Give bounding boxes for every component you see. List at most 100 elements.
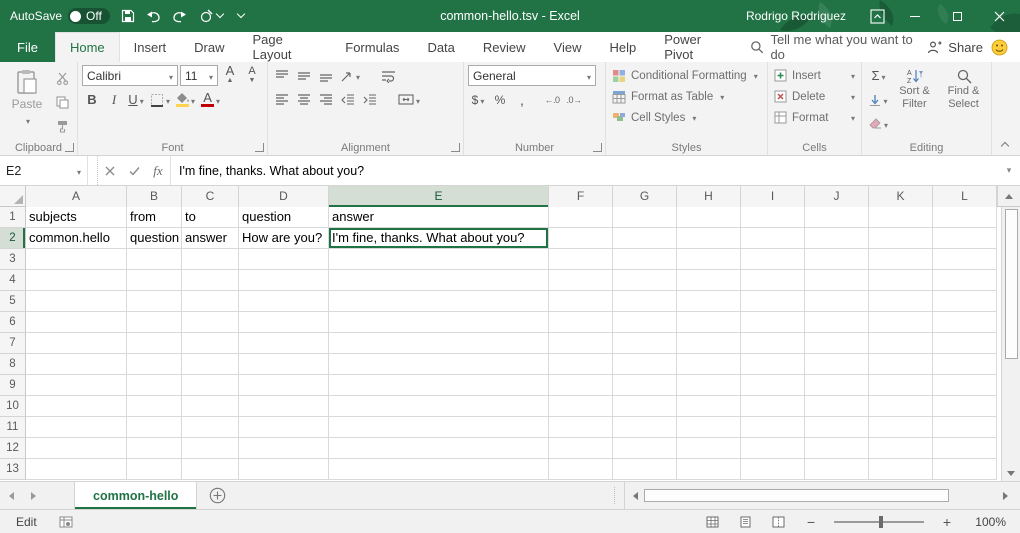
cell-G8[interactable] <box>613 354 677 375</box>
cell-C9[interactable] <box>182 375 239 396</box>
cell-C7[interactable] <box>182 333 239 354</box>
cell-K12[interactable] <box>869 438 933 459</box>
cell-J5[interactable] <box>805 291 869 312</box>
fill-button[interactable] <box>866 89 891 110</box>
column-header-C[interactable]: C <box>182 186 239 207</box>
cell-A8[interactable] <box>26 354 127 375</box>
cell-E1[interactable]: answer <box>329 207 549 228</box>
cell-K11[interactable] <box>869 417 933 438</box>
ribbon-tab-help[interactable]: Help <box>595 32 650 62</box>
cell-G1[interactable] <box>613 207 677 228</box>
cell-H3[interactable] <box>677 249 741 270</box>
cell-A11[interactable] <box>26 417 127 438</box>
column-header-G[interactable]: G <box>613 186 677 207</box>
cell-L6[interactable] <box>933 312 997 333</box>
cell-G11[interactable] <box>613 417 677 438</box>
row-header-1[interactable]: 1 <box>0 207 26 228</box>
cell-F1[interactable] <box>549 207 613 228</box>
cell-D11[interactable] <box>239 417 329 438</box>
middle-align-button[interactable] <box>294 65 314 86</box>
name-box[interactable]: E2 <box>0 156 88 185</box>
cell-B11[interactable] <box>127 417 182 438</box>
cell-I7[interactable] <box>741 333 805 354</box>
row-header-12[interactable]: 12 <box>0 438 26 459</box>
cell-H8[interactable] <box>677 354 741 375</box>
cell-F5[interactable] <box>549 291 613 312</box>
cell-H9[interactable] <box>677 375 741 396</box>
cell-I5[interactable] <box>741 291 805 312</box>
comma-style-button[interactable]: , <box>512 89 532 110</box>
user-name[interactable]: Rodrigo Rodriguez <box>746 9 846 23</box>
cell-L7[interactable] <box>933 333 997 354</box>
cell-B9[interactable] <box>127 375 182 396</box>
cell-I1[interactable] <box>741 207 805 228</box>
view-normal-button[interactable] <box>702 512 722 532</box>
orientation-button[interactable] <box>338 65 362 86</box>
alignment-dialog-launcher[interactable] <box>451 143 460 152</box>
number-format-select[interactable]: General <box>468 65 596 86</box>
cell-J3[interactable] <box>805 249 869 270</box>
ribbon-tab-review[interactable]: Review <box>469 32 540 62</box>
column-header-B[interactable]: B <box>127 186 182 207</box>
row-header-7[interactable]: 7 <box>0 333 26 354</box>
sheet-nav-right-button[interactable] <box>22 482 44 509</box>
cell-G5[interactable] <box>613 291 677 312</box>
cell-J7[interactable] <box>805 333 869 354</box>
cell-H4[interactable] <box>677 270 741 291</box>
bottom-align-button[interactable] <box>316 65 336 86</box>
sheet-nav-left-button[interactable] <box>0 482 22 509</box>
row-header-9[interactable]: 9 <box>0 375 26 396</box>
cell-K1[interactable] <box>869 207 933 228</box>
new-sheet-button[interactable] <box>197 482 237 509</box>
bold-button[interactable]: B <box>82 89 102 110</box>
formula-bar-gripper[interactable] <box>88 156 98 185</box>
zoom-level[interactable]: 100% <box>970 515 1006 529</box>
scroll-up-button[interactable] <box>997 186 1020 206</box>
cell-D5[interactable] <box>239 291 329 312</box>
merge-center-button[interactable] <box>396 89 422 110</box>
cell-B13[interactable] <box>127 459 182 480</box>
insert-cells-button[interactable]: Insert <box>772 65 857 86</box>
cell-I9[interactable] <box>741 375 805 396</box>
column-header-A[interactable]: A <box>26 186 127 207</box>
number-dialog-launcher[interactable] <box>593 143 602 152</box>
cell-J6[interactable] <box>805 312 869 333</box>
align-center-button[interactable] <box>294 89 314 110</box>
cell-E9[interactable] <box>329 375 549 396</box>
cell-C1[interactable]: to <box>182 207 239 228</box>
cell-E2[interactable]: I'm fine, thanks. What about you? <box>329 228 549 249</box>
cell-E12[interactable] <box>329 438 549 459</box>
sort-filter-button[interactable]: AZ Sort & Filter <box>891 65 938 110</box>
ribbon-tab-file[interactable]: File <box>0 32 55 62</box>
insert-function-button[interactable]: fx <box>146 156 170 185</box>
cell-H12[interactable] <box>677 438 741 459</box>
ribbon-tab-insert[interactable]: Insert <box>120 32 181 62</box>
row-header-8[interactable]: 8 <box>0 354 26 375</box>
formula-input[interactable]: I'm fine, thanks. What about you? <box>170 156 998 185</box>
cell-H5[interactable] <box>677 291 741 312</box>
row-header-11[interactable]: 11 <box>0 417 26 438</box>
cell-G4[interactable] <box>613 270 677 291</box>
row-header-5[interactable]: 5 <box>0 291 26 312</box>
cell-G9[interactable] <box>613 375 677 396</box>
align-right-button[interactable] <box>316 89 336 110</box>
select-all-button[interactable] <box>0 186 26 206</box>
cell-C8[interactable] <box>182 354 239 375</box>
cell-E11[interactable] <box>329 417 549 438</box>
cell-D10[interactable] <box>239 396 329 417</box>
cell-C4[interactable] <box>182 270 239 291</box>
decrease-font-size-button[interactable]: A▼ <box>242 65 262 86</box>
ribbon-tab-draw[interactable]: Draw <box>180 32 238 62</box>
cell-K4[interactable] <box>869 270 933 291</box>
font-dialog-launcher[interactable] <box>255 143 264 152</box>
cell-G2[interactable] <box>613 228 677 249</box>
cell-E13[interactable] <box>329 459 549 480</box>
cell-F8[interactable] <box>549 354 613 375</box>
undo-button[interactable] <box>146 5 162 27</box>
zoom-in-button[interactable] <box>937 512 957 532</box>
close-button[interactable] <box>978 0 1020 32</box>
horizontal-scrollbar[interactable] <box>624 482 1016 509</box>
cell-K5[interactable] <box>869 291 933 312</box>
cell-E6[interactable] <box>329 312 549 333</box>
redo-button[interactable] <box>172 5 188 27</box>
